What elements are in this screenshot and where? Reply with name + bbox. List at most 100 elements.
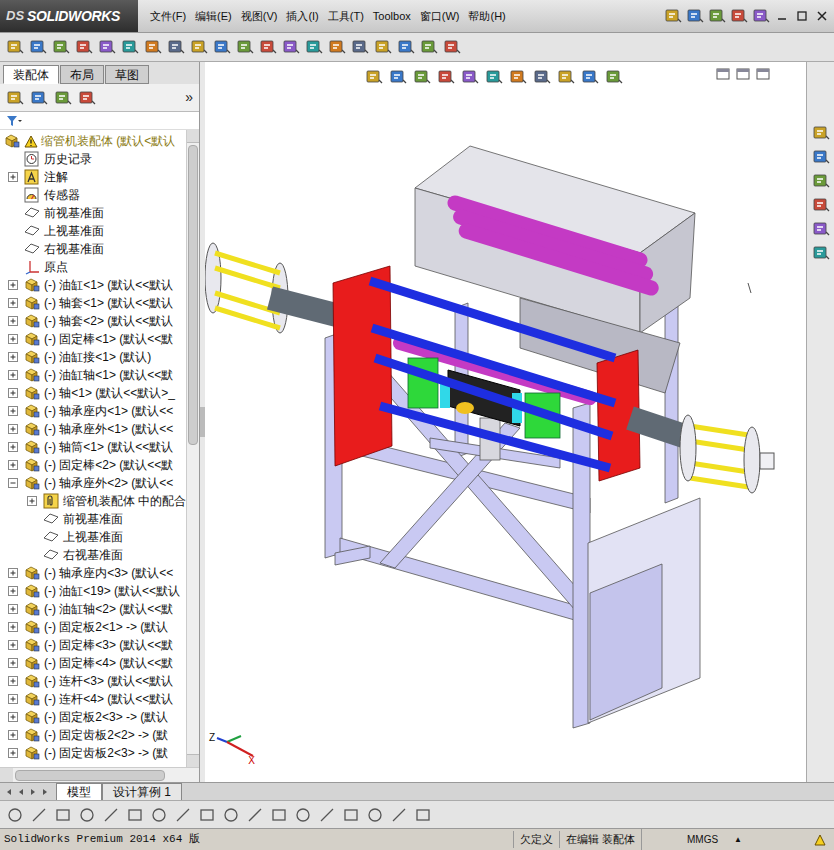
viewport-window-icon[interactable] xyxy=(736,68,750,80)
tree-item[interactable]: 历史记录 xyxy=(0,150,186,168)
tree-item[interactable]: (-) 轴<1> (默认<<默认>_ xyxy=(0,384,186,402)
tree-item[interactable]: 上视基准面 xyxy=(0,222,186,240)
close-icon[interactable] xyxy=(814,8,830,24)
tree-item[interactable]: (-) 固定齿板2<3> -> (默 xyxy=(0,744,186,762)
toolbar-icon[interactable] xyxy=(75,38,93,56)
view-icon[interactable] xyxy=(389,68,407,86)
toolbar-icon[interactable] xyxy=(190,38,208,56)
expand-toggle-icon[interactable] xyxy=(7,639,19,651)
minimize-icon[interactable] xyxy=(774,8,790,24)
expand-toggle-icon[interactable] xyxy=(7,711,19,723)
graphics-area[interactable]: ZX xyxy=(205,62,806,782)
quick-access-icon[interactable] xyxy=(708,7,726,25)
tree-item[interactable]: 注解 xyxy=(0,168,186,186)
task-pane-icon[interactable] xyxy=(812,148,830,166)
toolbar-icon[interactable] xyxy=(259,38,277,56)
task-pane-icon[interactable] xyxy=(812,124,830,142)
tree-item[interactable]: (-) 油缸轴<1> (默认<<默 xyxy=(0,366,186,384)
sketch-tool-icon[interactable] xyxy=(270,806,288,824)
panel-tab[interactable]: 装配体 xyxy=(3,65,59,84)
view-icon[interactable] xyxy=(533,68,551,86)
sketch-tool-icon[interactable] xyxy=(102,806,120,824)
task-pane-icon[interactable] xyxy=(812,244,830,262)
sketch-tool-icon[interactable] xyxy=(342,806,360,824)
scroll-thumb[interactable] xyxy=(188,145,198,445)
tree-item[interactable]: (-) 轴承座内<1> (默认<< xyxy=(0,402,186,420)
expand-toggle-icon[interactable] xyxy=(7,729,19,741)
toolbar-icon[interactable] xyxy=(167,38,185,56)
sketch-tool-icon[interactable] xyxy=(150,806,168,824)
expand-toggle-icon[interactable] xyxy=(7,585,19,597)
expand-toggle-icon[interactable] xyxy=(7,603,19,615)
viewport-window-icon[interactable] xyxy=(716,68,730,80)
view-icon[interactable] xyxy=(413,68,431,86)
menu-item[interactable]: 工具(T) xyxy=(328,8,364,25)
sketch-tool-icon[interactable] xyxy=(318,806,336,824)
menu-item[interactable]: 视图(V) xyxy=(241,8,278,25)
tree-item[interactable]: (-) 固定板2<1> -> (默认 xyxy=(0,618,186,636)
tree-item[interactable]: 原点 xyxy=(0,258,186,276)
tree-item[interactable]: (-) 固定棒<3> (默认<<默 xyxy=(0,636,186,654)
expand-toggle-icon[interactable] xyxy=(7,477,19,489)
manager-tab-icon[interactable] xyxy=(30,89,48,107)
view-icon[interactable] xyxy=(509,68,527,86)
expand-toggle-icon[interactable] xyxy=(7,297,19,309)
expand-toggle-icon[interactable] xyxy=(7,279,19,291)
sketch-tool-icon[interactable] xyxy=(414,806,432,824)
menu-item[interactable]: Toolbox xyxy=(373,8,411,25)
assembly-model[interactable] xyxy=(205,62,806,782)
sketch-tool-icon[interactable] xyxy=(78,806,96,824)
quick-access-icon[interactable] xyxy=(686,7,704,25)
tab-scroll-icon[interactable] xyxy=(16,787,26,797)
view-icon[interactable] xyxy=(485,68,503,86)
bottom-tab[interactable]: 设计算例 1 xyxy=(102,783,182,800)
sketch-tool-icon[interactable] xyxy=(198,806,216,824)
expand-toggle-icon[interactable] xyxy=(7,351,19,363)
tree-item[interactable]: (-) 连杆<4> (默认<<默认 xyxy=(0,690,186,708)
view-icon[interactable] xyxy=(365,68,383,86)
quick-access-icon[interactable] xyxy=(730,7,748,25)
toolbar-icon[interactable] xyxy=(144,38,162,56)
view-icon[interactable] xyxy=(437,68,455,86)
menu-item[interactable]: 帮助(H) xyxy=(468,8,505,25)
sketch-tool-icon[interactable] xyxy=(54,806,72,824)
expand-toggle-icon[interactable] xyxy=(7,693,19,705)
tree-item[interactable]: (-) 油缸<19> (默认<<默认 xyxy=(0,582,186,600)
task-pane-icon[interactable] xyxy=(812,172,830,190)
view-icon[interactable] xyxy=(557,68,575,86)
sketch-tool-icon[interactable] xyxy=(294,806,312,824)
tree-item[interactable]: (-) 固定棒<4> (默认<<默 xyxy=(0,654,186,672)
tree-item[interactable]: 上视基准面 xyxy=(0,528,186,546)
expand-toggle-icon[interactable] xyxy=(7,333,19,345)
sketch-tool-icon[interactable] xyxy=(174,806,192,824)
sketch-tool-icon[interactable] xyxy=(30,806,48,824)
tree-item[interactable]: (-) 轴套<1> (默认<<默认 xyxy=(0,294,186,312)
menu-item[interactable]: 窗口(W) xyxy=(420,8,460,25)
toolbar-icon[interactable] xyxy=(236,38,254,56)
menu-item[interactable]: 文件(F) xyxy=(150,8,186,25)
view-icon[interactable] xyxy=(581,68,599,86)
tree-item[interactable]: (-) 固定板2<3> -> (默认 xyxy=(0,708,186,726)
tree-item[interactable]: 传感器 xyxy=(0,186,186,204)
toolbar-icon[interactable] xyxy=(397,38,415,56)
toolbar-icon[interactable] xyxy=(328,38,346,56)
toolbar-icon[interactable] xyxy=(98,38,116,56)
tree-item[interactable]: (-) 固定棒<2> (默认<<默 xyxy=(0,456,186,474)
tree-item[interactable]: 前视基准面 xyxy=(0,204,186,222)
horizontal-scrollbar[interactable] xyxy=(0,767,199,782)
tree-item[interactable]: 缩管机装配体 中的配合 xyxy=(0,492,186,510)
restore-icon[interactable] xyxy=(794,8,810,24)
expand-toggle-icon[interactable] xyxy=(26,495,38,507)
toolbar-icon[interactable] xyxy=(443,38,461,56)
tree-item[interactable]: (-) 轴承座外<2> (默认<< xyxy=(0,474,186,492)
manager-tab-icon[interactable] xyxy=(78,89,96,107)
expand-toggle-icon[interactable] xyxy=(7,405,19,417)
toolbar-icon[interactable] xyxy=(305,38,323,56)
tree-root[interactable]: 缩管机装配体 (默认<默认 xyxy=(0,132,186,150)
expand-toggle-icon[interactable] xyxy=(7,567,19,579)
units-arrow[interactable]: ▲ xyxy=(724,834,752,846)
toolbar-icon[interactable] xyxy=(121,38,139,56)
bottom-tab[interactable]: 模型 xyxy=(56,783,102,800)
task-pane-icon[interactable] xyxy=(812,220,830,238)
view-icon[interactable] xyxy=(605,68,623,86)
